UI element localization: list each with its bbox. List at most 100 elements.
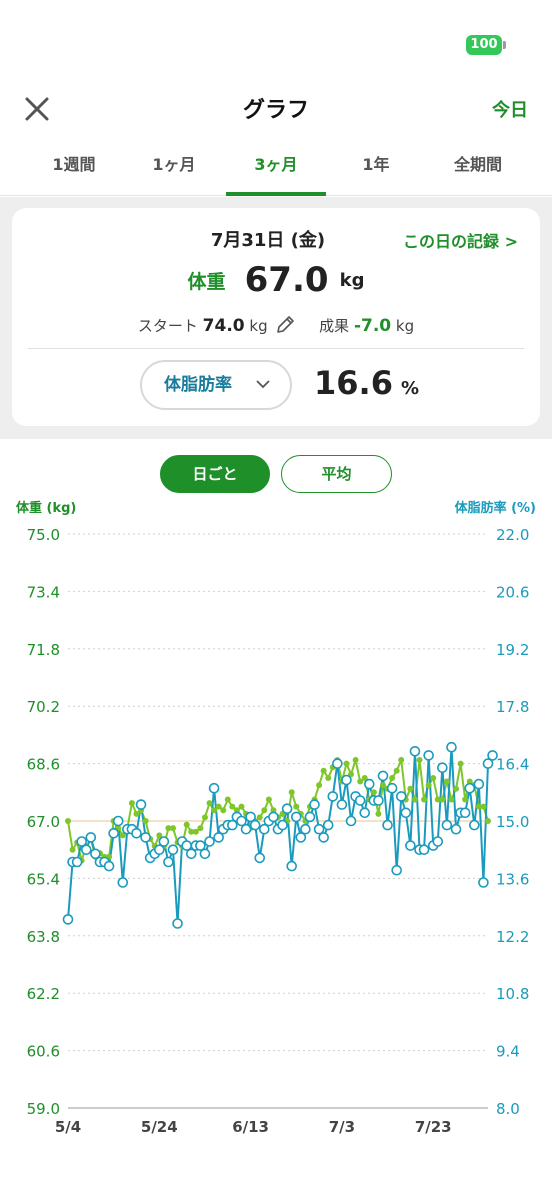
- fat-point: [140, 832, 151, 843]
- weight-point: [220, 807, 227, 814]
- battery-tip: [503, 41, 506, 49]
- fat-point: [441, 819, 453, 831]
- weight-point: [316, 782, 323, 789]
- weight-point: [183, 821, 190, 828]
- tab-1year[interactable]: 1年: [324, 140, 428, 196]
- fat-unit: %: [400, 378, 419, 399]
- weight-value: 67.0: [244, 260, 329, 300]
- status-bar: 100: [0, 0, 552, 70]
- weight-row: 体重 67.0 kg: [12, 260, 540, 300]
- start-unit: kg: [249, 317, 268, 335]
- y-tick-left: 75.0: [27, 526, 60, 544]
- average-toggle[interactable]: 平均: [281, 455, 392, 493]
- weight-point: [238, 803, 245, 810]
- fat-point: [469, 819, 480, 831]
- x-tick-label: 7/23: [415, 1118, 452, 1136]
- y-tick-right: 9.4: [496, 1043, 520, 1061]
- result-unit: kg: [395, 317, 415, 335]
- tab-3months[interactable]: 3ヶ月: [224, 140, 328, 196]
- fat-point: [322, 819, 334, 831]
- fat-point: [108, 827, 119, 839]
- weight-point: [142, 818, 149, 824]
- fat-point: [332, 758, 343, 769]
- x-tick-label: 5/4: [55, 1118, 81, 1136]
- tab-1week[interactable]: 1週間: [22, 140, 126, 196]
- weight-point: [293, 803, 300, 810]
- weight-point: [389, 774, 396, 781]
- fat-point: [364, 778, 375, 790]
- metric-select-label: 体脂肪率: [164, 375, 232, 395]
- fat-point: [290, 811, 302, 823]
- fat-point: [131, 827, 142, 839]
- weight-point: [462, 796, 469, 803]
- day-record-link[interactable]: この日の記録 >: [403, 228, 518, 252]
- y-tick-left: 63.8: [27, 928, 60, 946]
- weight-point: [206, 800, 213, 807]
- y-tick-left: 73.4: [27, 583, 60, 601]
- result-value: -7.0: [353, 316, 392, 336]
- fat-point: [345, 815, 357, 827]
- y-tick-right: 19.2: [496, 641, 529, 659]
- fat-point: [62, 914, 74, 925]
- fat-point: [71, 856, 83, 868]
- weight-point: [407, 785, 414, 792]
- weight-point: [398, 757, 405, 764]
- fat-point: [377, 770, 389, 782]
- y-tick-left: 70.2: [27, 698, 60, 716]
- fat-point: [446, 741, 457, 753]
- fat-point: [254, 852, 266, 864]
- weight-point: [288, 789, 295, 796]
- daily-toggle[interactable]: 日ごと: [160, 455, 270, 493]
- weight-point: [343, 760, 350, 767]
- y-tick-right: 8.0: [496, 1100, 520, 1118]
- start-value: 74.0: [202, 316, 245, 336]
- weight-unit: kg: [339, 269, 365, 291]
- weight-point: [265, 796, 272, 803]
- fat-point: [341, 774, 352, 786]
- progress-row: スタート 74.0 kg 成果 -7.0 kg: [12, 314, 540, 336]
- fat-value-number: 16.6: [314, 364, 393, 402]
- metric-select[interactable]: 体脂肪率: [140, 360, 292, 410]
- weight-point: [393, 767, 400, 774]
- result-label: 成果: [319, 317, 350, 335]
- y-tick-right: 20.6: [496, 583, 529, 601]
- fat-point: [382, 819, 393, 831]
- fat-point: [459, 807, 471, 819]
- fat-point: [208, 782, 220, 794]
- today-button[interactable]: 今日: [492, 96, 528, 122]
- weight-point: [128, 800, 135, 807]
- weight-point: [65, 818, 71, 824]
- fat-point: [373, 795, 384, 806]
- y-tick-left: 71.8: [27, 641, 60, 659]
- fat-point: [199, 848, 211, 860]
- fat-point: [391, 864, 402, 876]
- weight-point: [411, 796, 418, 803]
- y-tick-left: 65.4: [27, 870, 60, 888]
- pencil-icon[interactable]: [274, 314, 296, 336]
- fat-point: [286, 860, 297, 872]
- fat-point: [432, 836, 444, 847]
- fat-point: [400, 807, 412, 819]
- fat-point: [487, 750, 498, 761]
- fat-point: [80, 844, 92, 856]
- fat-point: [112, 815, 124, 827]
- fat-point: [281, 803, 293, 815]
- weight-point: [448, 796, 455, 803]
- y-tick-left: 59.0: [27, 1100, 60, 1118]
- y-tick-left: 68.6: [27, 756, 60, 774]
- fat-point: [395, 791, 407, 802]
- weight-point: [416, 757, 423, 764]
- fat-point: [464, 782, 476, 794]
- y-tick-left: 60.6: [27, 1043, 60, 1061]
- tab-all-period[interactable]: 全期間: [426, 140, 530, 196]
- divider: [28, 348, 524, 349]
- weight-point: [375, 810, 382, 817]
- fat-point: [327, 791, 339, 802]
- page-title: グラフ: [242, 98, 309, 123]
- fat-point: [478, 877, 489, 888]
- weight-label: 体重: [187, 270, 226, 293]
- weight-point: [261, 807, 268, 814]
- fat-point: [309, 799, 320, 810]
- chevron-down-icon: [256, 380, 270, 389]
- tab-1month[interactable]: 1ヶ月: [122, 140, 226, 196]
